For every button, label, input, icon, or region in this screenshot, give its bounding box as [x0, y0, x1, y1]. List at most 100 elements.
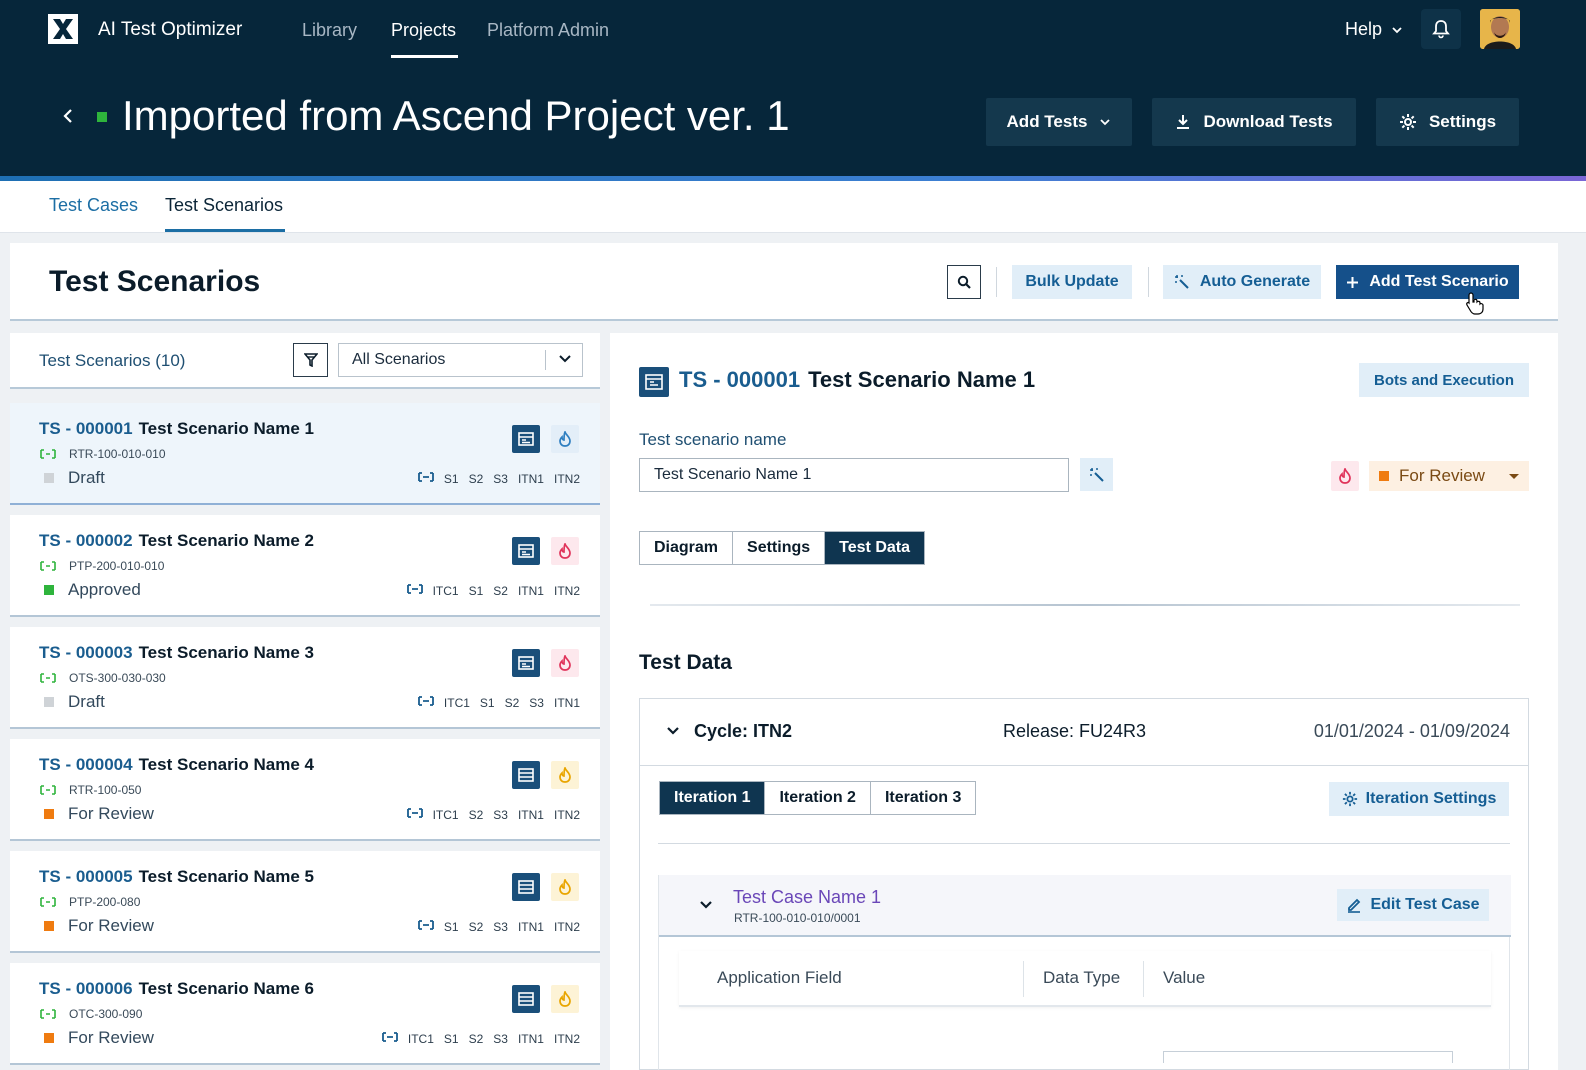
status-dot: [44, 697, 54, 707]
tab-iteration-2[interactable]: Iteration 2: [765, 782, 871, 814]
priority-button[interactable]: [1331, 461, 1359, 491]
tab-test-scenarios[interactable]: Test Scenarios: [165, 195, 283, 216]
scenario-title[interactable]: TS - 000005 Test Scenario Name 5: [39, 867, 314, 887]
scenario-type-icon[interactable]: [512, 985, 540, 1013]
cycle-header[interactable]: Cycle: ITN2 Release: FU24R3 01/01/2024 -…: [640, 699, 1528, 766]
test-case-header[interactable]: Test Case Name 1 RTR-100-010-010/0001 Ed…: [659, 875, 1511, 937]
auto-generate-label: Auto Generate: [1199, 273, 1311, 290]
list-item[interactable]: TS - 000001 Test Scenario Name 1 RTR-100-0…: [10, 403, 600, 505]
scenario-title[interactable]: TS - 000001 Test Scenario Name 1: [39, 419, 314, 439]
search-button[interactable]: [947, 265, 981, 299]
nav-projects[interactable]: Projects: [391, 20, 456, 41]
user-avatar[interactable]: [1480, 9, 1520, 49]
auto-generate-button[interactable]: Auto Generate: [1163, 265, 1321, 299]
scenario-title[interactable]: TS - 000003 Test Scenario Name 3: [39, 643, 314, 663]
scenario-type-icon[interactable]: [512, 873, 540, 901]
tab-iteration-3[interactable]: Iteration 3: [870, 782, 976, 814]
scenario-id: TS - 000003: [39, 643, 133, 662]
list-item[interactable]: TS - 000005 Test Scenario Name 5 PTP-200-0…: [10, 851, 600, 953]
scenario-tag: ITC1: [407, 1031, 434, 1046]
scenario-title[interactable]: TS - 000004 Test Scenario Name 4: [39, 755, 314, 775]
scenario-code: OTC-300-090: [69, 1007, 143, 1021]
status-dot: [44, 585, 54, 595]
status-dot: [44, 473, 54, 483]
scenario-tag: ITN2: [553, 583, 580, 598]
fire-icon[interactable]: [551, 761, 579, 789]
test-case-name[interactable]: Test Case Name 1: [733, 887, 881, 908]
fire-icon[interactable]: [551, 537, 579, 565]
magic-wand-icon: [1089, 467, 1104, 482]
bell-icon: [1432, 20, 1450, 39]
scenario-detail-id: TS - 000001: [679, 367, 801, 392]
list-item[interactable]: TS - 000003 Test Scenario Name 3 OTS-300-0…: [10, 627, 600, 729]
scenario-type-icon[interactable]: [512, 761, 540, 789]
user-avatar-icon: [1480, 9, 1520, 49]
app-title: AI Test Optimizer: [98, 19, 243, 40]
nav-library[interactable]: Library: [302, 20, 357, 41]
scenario-name: Test Scenario Name 1: [138, 419, 314, 438]
scenario-tag: S2: [468, 807, 484, 822]
value-input-stub[interactable]: [1163, 1051, 1453, 1063]
scenario-tag: ITN1: [517, 919, 544, 934]
scenario-tag: ITN2: [553, 471, 580, 486]
column-header-value[interactable]: Value: [1163, 968, 1205, 988]
scenario-title[interactable]: TS - 000002 Test Scenario Name 2: [39, 531, 314, 551]
bulk-update-button[interactable]: Bulk Update: [1012, 265, 1132, 299]
scenario-tag: S2: [468, 919, 484, 934]
project-settings-label: Settings: [1428, 112, 1497, 131]
tab-iteration-1[interactable]: Iteration 1: [660, 782, 766, 814]
scenario-title[interactable]: TS - 000006 Test Scenario Name 6: [39, 979, 314, 999]
magic-generate-button[interactable]: [1080, 458, 1113, 491]
notifications-button[interactable]: [1421, 9, 1461, 49]
filter-button[interactable]: [293, 343, 328, 377]
add-test-scenario-button[interactable]: Add Test Scenario: [1336, 265, 1519, 299]
caret-down-icon: [1509, 474, 1519, 479]
fire-icon[interactable]: [551, 649, 579, 677]
add-tests-button[interactable]: Add Tests: [986, 98, 1132, 146]
top-header: AI Test Optimizer Library Projects Platf…: [0, 0, 1586, 176]
tab-diagram[interactable]: Diagram: [640, 532, 734, 564]
chevron-down-icon[interactable]: [699, 899, 713, 911]
column-header-application-field[interactable]: Application Field: [717, 968, 842, 988]
scenario-name: Test Scenario Name 5: [138, 867, 314, 886]
scenario-type-icon[interactable]: [512, 537, 540, 565]
app-logo-icon[interactable]: [48, 14, 78, 44]
iteration-settings-button[interactable]: Iteration Settings: [1329, 782, 1509, 816]
list-item[interactable]: TS - 000006 Test Scenario Name 6 OTC-300-0…: [10, 963, 600, 1065]
scenario-filter-select[interactable]: All Scenarios: [338, 343, 583, 377]
project-settings-button[interactable]: Settings: [1376, 98, 1519, 146]
edit-test-case-button[interactable]: Edit Test Case: [1337, 889, 1489, 921]
cycle-date-range: 01/01/2024 - 01/09/2024: [1313, 721, 1510, 741]
scenario-tag: S2: [493, 583, 508, 598]
download-tests-button[interactable]: Download Tests: [1152, 98, 1356, 146]
tab-settings[interactable]: Settings: [733, 532, 826, 564]
chevron-down-icon[interactable]: [666, 725, 680, 737]
status-dropdown[interactable]: For Review: [1369, 461, 1529, 491]
list-item[interactable]: TS - 000002 Test Scenario Name 2 PTP-200-0…: [10, 515, 600, 617]
column-divider: [1023, 961, 1024, 997]
tab-test-cases[interactable]: Test Cases: [49, 195, 138, 216]
scenario-tag: S1: [443, 471, 459, 486]
bots-and-execution-button[interactable]: Bots and Execution: [1359, 363, 1529, 397]
scenario-type-icon[interactable]: [512, 425, 540, 453]
process-code-icon: [40, 559, 56, 571]
fire-icon[interactable]: [551, 873, 579, 901]
scenario-id: TS - 000005: [39, 867, 133, 886]
help-menu[interactable]: Help: [1345, 19, 1403, 40]
fire-icon[interactable]: [551, 985, 579, 1013]
column-header-data-type[interactable]: Data Type: [1043, 968, 1120, 988]
tab-test-data[interactable]: Test Data: [825, 532, 924, 564]
scenario-name: Test Scenario Name 4: [138, 755, 314, 774]
scenario-name-input[interactable]: Test Scenario Name 1: [639, 458, 1069, 492]
edit-test-case-label: Edit Test Case: [1370, 896, 1480, 913]
scenario-name-label: Test scenario name: [639, 430, 787, 449]
list-item[interactable]: TS - 000004 Test Scenario Name 4 RTR-100-0…: [10, 739, 600, 841]
back-chevron-icon[interactable]: [58, 104, 78, 128]
scenario-id: TS - 000004: [39, 755, 133, 774]
status-dropdown-value: For Review: [1399, 466, 1485, 485]
scenario-type-icon[interactable]: [512, 649, 540, 677]
scenario-name: Test Scenario Name 3: [138, 643, 314, 662]
scenario-tag: ITN2: [553, 1031, 580, 1046]
fire-icon[interactable]: [551, 425, 579, 453]
nav-platform-admin[interactable]: Platform Admin: [487, 20, 609, 41]
